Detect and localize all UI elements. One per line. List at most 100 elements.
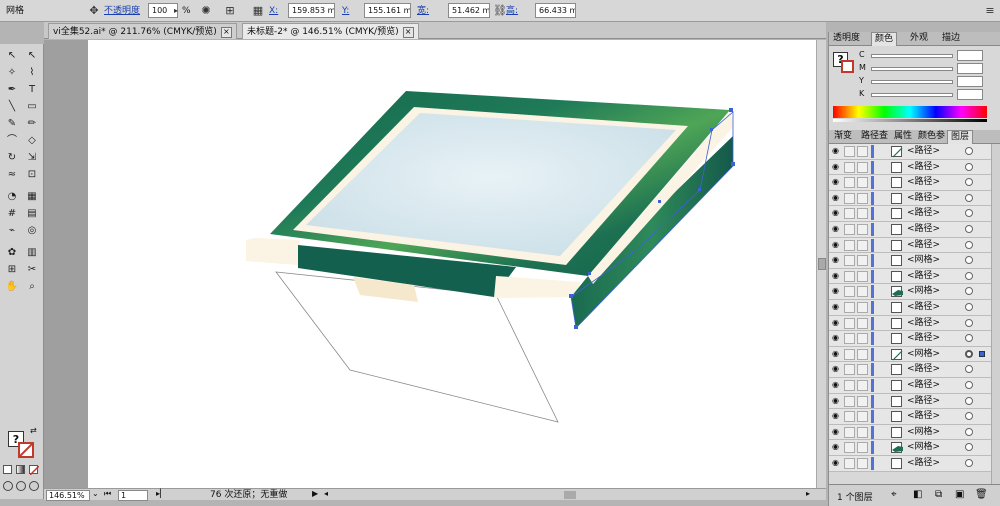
page-input[interactable]: 1 (118, 490, 148, 501)
draw-behind-icon[interactable] (16, 481, 26, 491)
artboard[interactable] (88, 40, 818, 488)
target-icon[interactable] (965, 396, 973, 405)
eye-icon[interactable]: ◉ (832, 193, 841, 202)
draw-inside-icon[interactable] (29, 481, 39, 491)
eraser-icon[interactable]: ◇ (23, 133, 41, 149)
lock-toggle[interactable] (844, 177, 855, 189)
channel-slider[interactable] (871, 67, 953, 71)
target-icon[interactable] (965, 225, 973, 233)
rotate-icon[interactable]: ↻ (3, 150, 21, 166)
close-icon[interactable]: × (402, 27, 414, 38)
pencil-icon[interactable]: ✏ (23, 116, 41, 132)
template-toggle[interactable] (857, 380, 868, 391)
panel-menu-icon[interactable]: ≡ (984, 3, 996, 19)
layer-row[interactable]: ◉ <网格> (829, 424, 1000, 441)
lock-toggle[interactable] (844, 239, 855, 251)
channel-row[interactable]: C (859, 50, 999, 62)
channel-input[interactable] (957, 50, 983, 61)
y-input[interactable]: 155.161 mm (364, 3, 411, 18)
vertical-scrollbar[interactable] (816, 40, 826, 488)
target-icon[interactable] (965, 240, 973, 249)
eyedropper-icon[interactable]: ⌁ (3, 223, 21, 239)
eye-icon[interactable]: ◉ (832, 412, 841, 420)
layer-row[interactable]: ◉ <网格> (829, 346, 1000, 363)
width-label[interactable]: 宽: (417, 4, 429, 18)
lock-toggle[interactable] (844, 208, 855, 220)
type-icon[interactable]: T (23, 82, 41, 98)
eye-icon[interactable]: ◉ (832, 318, 841, 327)
eye-icon[interactable]: ◉ (832, 225, 841, 233)
template-toggle[interactable] (857, 426, 868, 438)
lock-toggle[interactable] (844, 411, 855, 423)
recolor-icon[interactable]: ✺ (198, 3, 214, 19)
magic-wand-icon[interactable]: ✧ (3, 65, 21, 81)
artwork-tabletop[interactable] (88, 40, 818, 488)
scale-icon[interactable]: ⇲ (23, 150, 41, 166)
tab-color-guide[interactable]: 颜色参 (915, 130, 948, 144)
eye-icon[interactable]: ◉ (832, 147, 841, 155)
grayscale-ramp[interactable] (833, 119, 987, 122)
lock-toggle[interactable] (844, 333, 855, 345)
eye-icon[interactable]: ◉ (832, 240, 841, 249)
zoom-select[interactable]: 146.51% (46, 490, 90, 501)
template-toggle[interactable] (857, 224, 868, 235)
template-toggle[interactable] (857, 255, 868, 267)
slice-icon[interactable]: ✂ (23, 262, 41, 278)
channel-slider[interactable] (871, 54, 953, 58)
mesh-icon[interactable]: # (3, 206, 21, 222)
eye-icon[interactable]: ◉ (832, 459, 841, 467)
transform-icon[interactable]: ▦ (250, 3, 266, 19)
template-toggle[interactable] (857, 364, 868, 376)
template-toggle[interactable] (857, 208, 868, 220)
target-icon[interactable] (965, 443, 973, 452)
tab-color[interactable]: 颜色 (871, 32, 898, 46)
eye-icon[interactable]: ◉ (832, 178, 841, 186)
layer-row[interactable]: ◉ <路径> (829, 144, 1000, 160)
layer-row[interactable]: ◉ <路径> (829, 300, 1000, 316)
layer-row[interactable]: ◉ <路径> (829, 456, 1000, 472)
template-toggle[interactable] (857, 161, 868, 173)
height-input[interactable]: 66.433 mm (535, 3, 576, 18)
lock-toggle[interactable] (844, 364, 855, 376)
lock-toggle[interactable] (844, 317, 855, 329)
target-icon[interactable] (965, 365, 973, 374)
layer-row[interactable]: ◉ <路径> (829, 331, 1000, 347)
template-toggle[interactable] (857, 286, 868, 298)
eye-icon[interactable]: ◉ (832, 349, 841, 358)
eye-icon[interactable]: ◉ (832, 427, 841, 436)
tab-transparency[interactable]: 透明度 (830, 32, 863, 46)
rectangle-icon[interactable]: ▭ (23, 99, 41, 115)
target-icon[interactable] (965, 162, 973, 171)
eye-icon[interactable]: ◉ (832, 334, 841, 342)
target-icon[interactable] (965, 147, 973, 155)
direct-selection-icon[interactable]: ↖ (23, 48, 41, 64)
lock-toggle[interactable] (844, 395, 855, 407)
lock-toggle[interactable] (844, 270, 855, 282)
tab-layers[interactable]: 图层 (947, 130, 974, 144)
eye-icon[interactable]: ◉ (832, 365, 841, 373)
lasso-icon[interactable]: ⌇ (23, 65, 41, 81)
channel-row[interactable]: M (859, 63, 999, 75)
graph-icon[interactable]: ▥ (23, 245, 41, 261)
gradient-icon[interactable]: ▤ (23, 206, 41, 222)
shape-builder-icon[interactable]: ◔ (3, 189, 21, 205)
target-icon[interactable] (965, 334, 973, 343)
selection-tool-icon[interactable]: ↖ (3, 48, 21, 64)
target-icon[interactable] (965, 287, 973, 296)
template-toggle[interactable] (857, 395, 868, 407)
canvas-area[interactable] (44, 40, 826, 488)
perspective-icon[interactable]: ▦ (23, 189, 41, 205)
color-mode-button[interactable] (3, 465, 12, 474)
layer-row[interactable]: ◉ <网格> (829, 253, 1000, 269)
layer-row[interactable]: ◉ <网格> (829, 440, 1000, 456)
clipping-mask-icon[interactable]: ◧ (913, 489, 922, 500)
hscroll-thumb[interactable] (564, 491, 576, 499)
status-menu-icon[interactable]: ▶ (312, 489, 318, 498)
target-icon[interactable] (965, 209, 973, 218)
layer-row[interactable]: ◉ <路径> (829, 378, 1000, 394)
lock-toggle[interactable] (844, 302, 855, 313)
tab-attributes[interactable]: 属性 (891, 130, 915, 144)
layer-row[interactable]: ◉ <路径> (829, 159, 1000, 176)
gradient-mode-button[interactable] (16, 465, 25, 474)
cream-front-right[interactable] (494, 276, 580, 298)
